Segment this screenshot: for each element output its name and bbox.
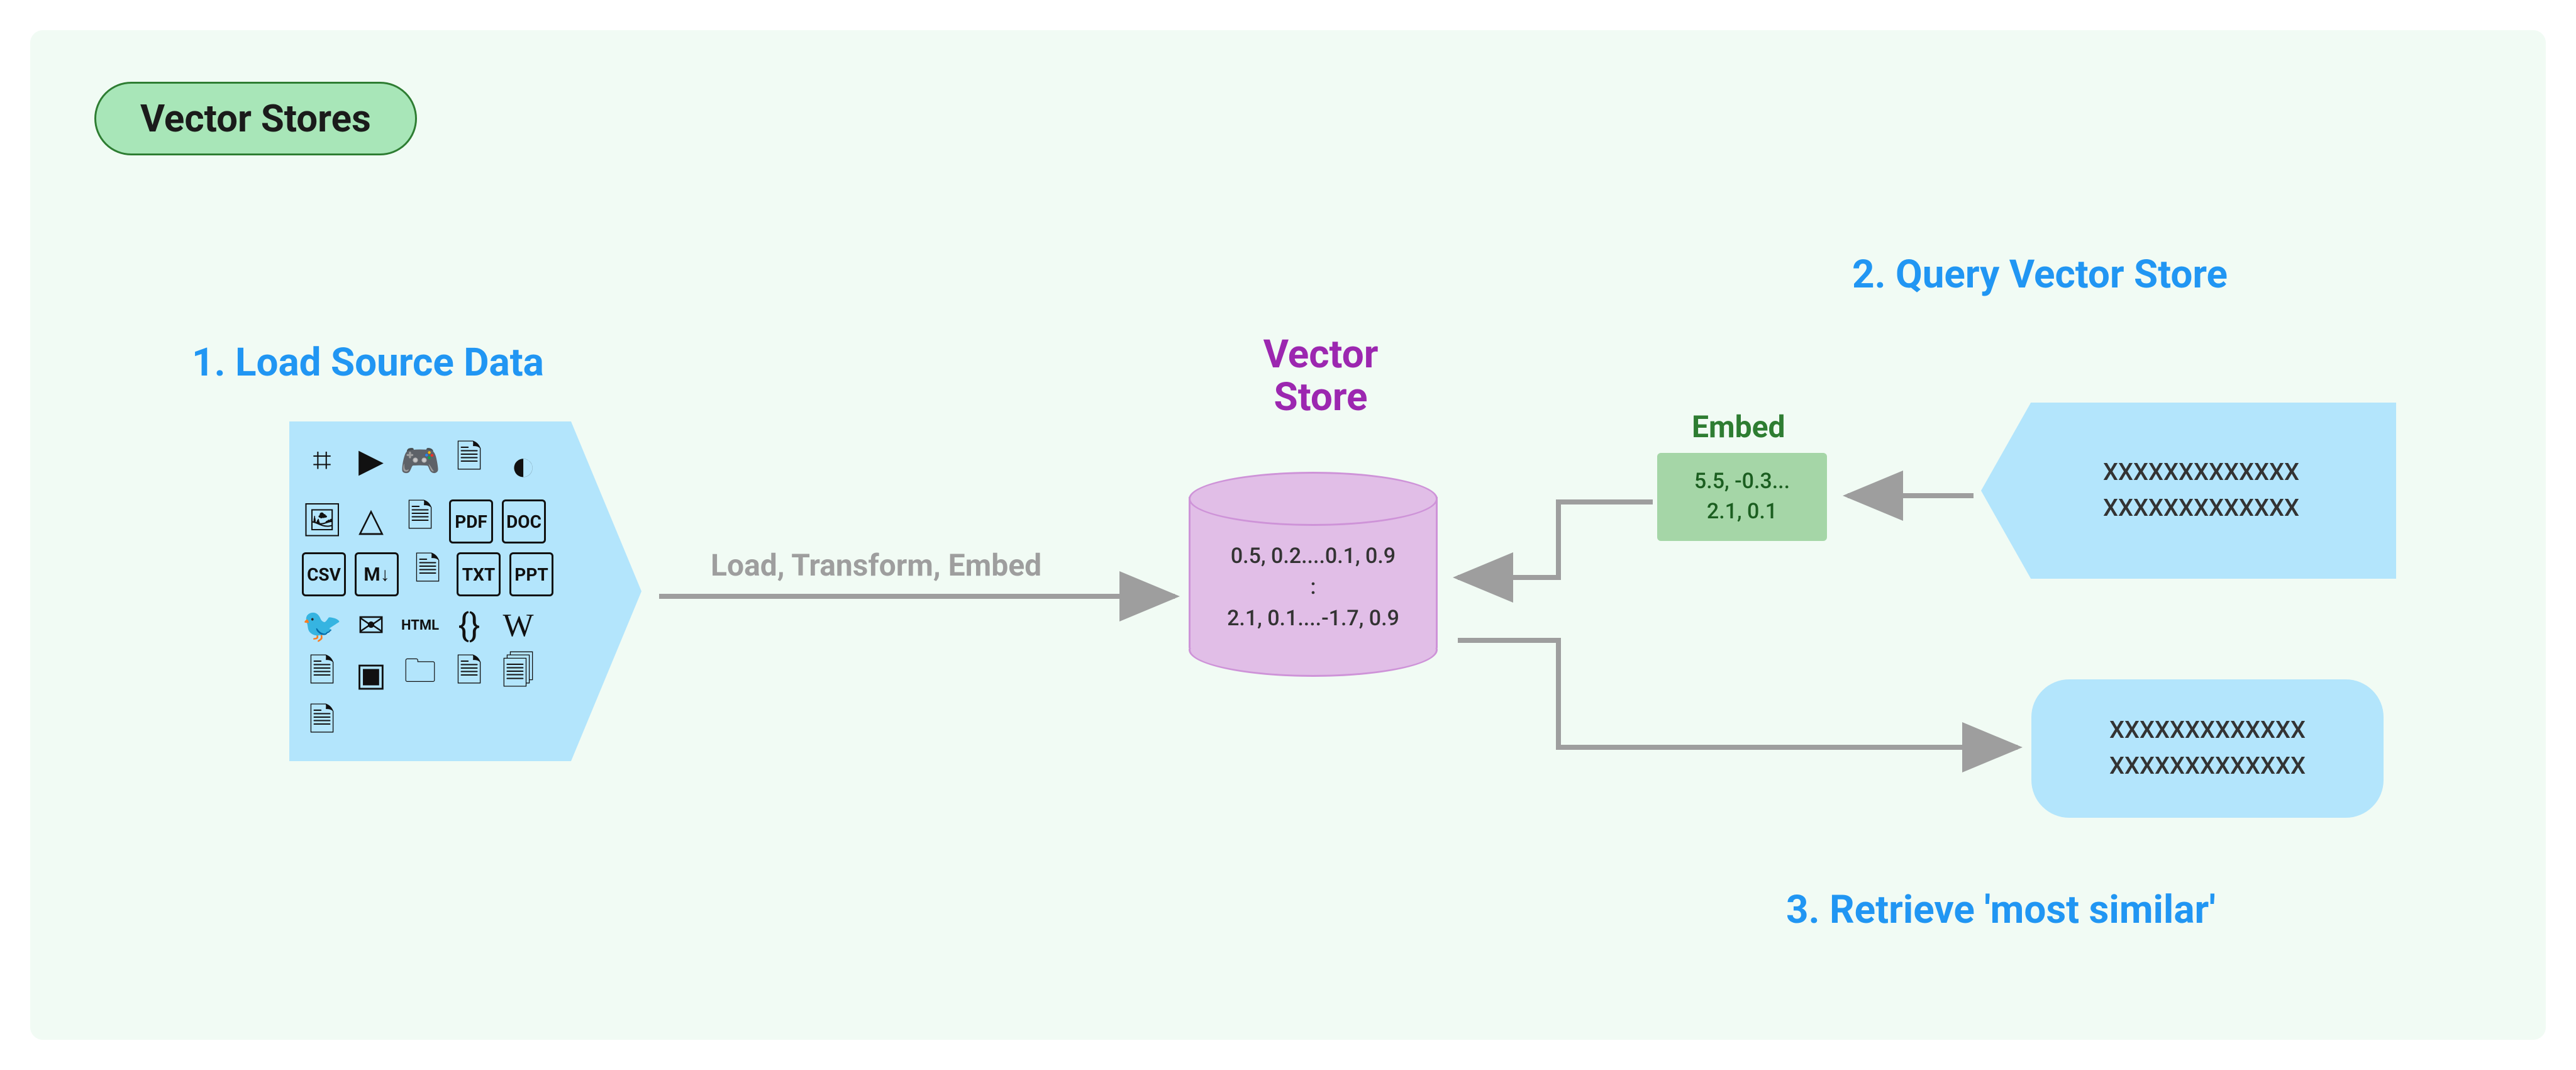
embed-line2: 2.1, 0.1 [1707,497,1777,527]
file-icon: 🗎 [302,703,342,744]
ppt-icon: PPT [509,552,553,596]
source-icon-grid: ⌗ ▶ 🎮 🗎 ◐ 🖼 △ 🗎 PDF DOC CSV M↓ 🗎 TXT PPT… [302,440,572,742]
slack-icon: ⌗ [302,440,342,481]
title-pill: Vector Stores [94,82,417,155]
query-line1: XXXXXXXXXXXXX [2103,455,2299,491]
csv-icon: CSV [302,552,346,596]
step-2-label: 2. Query Vector Store [1852,252,2228,298]
css-icon: ▣ [351,654,391,694]
youtube-icon: ▶ [351,440,391,481]
file-icon: 🗎 [302,654,342,694]
vector-store-cylinder: 0.5, 0.2....0.1, 0.9 : 2.1, 0.1....-1.7,… [1189,472,1434,673]
markdown-icon: M↓ [355,552,399,596]
result-line1: XXXXXXXXXXXXX [2109,713,2306,749]
pdf-icon: PDF [449,499,493,543]
vs-line2: Store [1274,374,1368,420]
cyl-row2: : [1189,572,1438,603]
txt-icon: TXT [457,552,501,596]
diagram-canvas: Vector Stores 1. Load Source Data 2. Que… [0,0,2576,1070]
result-output-shape: XXXXXXXXXXXXX XXXXXXXXXXXXX [2031,679,2384,818]
cylinder-top [1189,472,1438,526]
code-icon: {} [449,605,489,645]
file-icon: 🗎 [449,440,489,481]
image-icon: 🖼 [302,499,342,540]
cylinder-text: 0.5, 0.2....0.1, 0.9 : 2.1, 0.1....-1.7,… [1189,541,1438,634]
html-icon: HTML [400,605,440,645]
file-icon: 🗎 [408,552,448,593]
query-input-shape: XXXXXXXXXXXXX XXXXXXXXXXXXX [1981,403,2396,579]
mail-icon: ✉ [351,605,391,645]
wikipedia-icon: W [498,605,538,645]
twitter-icon: 🐦 [302,605,342,645]
github-icon: ◐ [498,440,548,491]
title-text: Vector Stores [140,96,371,141]
file-icon: 🗎 [400,499,440,540]
arrow-load-label: Load, Transform, Embed [711,547,1041,583]
folder-icon: 🗀 [400,654,440,694]
file-icon: 🗎 [449,654,489,694]
embed-line1: 5.5, -0.3... [1694,467,1790,497]
doc-icon: DOC [502,499,546,543]
vs-line1: Vector [1263,332,1379,377]
discord-icon: 🎮 [400,440,440,481]
step-1-label: 1. Load Source Data [192,340,544,386]
embed-vector-box: 5.5, -0.3... 2.1, 0.1 [1657,453,1827,541]
cyl-row3: 2.1, 0.1....-1.7, 0.9 [1189,603,1438,634]
result-line2: XXXXXXXXXXXXX [2109,749,2306,784]
file-icon: 🗐 [498,654,538,694]
step-3-label: 3. Retrieve 'most similar' [1786,887,2216,933]
cyl-row1: 0.5, 0.2....0.1, 0.9 [1189,541,1438,572]
embed-label: Embed [1692,409,1785,445]
query-line2: XXXXXXXXXXXXX [2103,491,2299,527]
vector-store-label: Vector Store [1195,333,1446,419]
gdrive-icon: △ [351,499,391,540]
